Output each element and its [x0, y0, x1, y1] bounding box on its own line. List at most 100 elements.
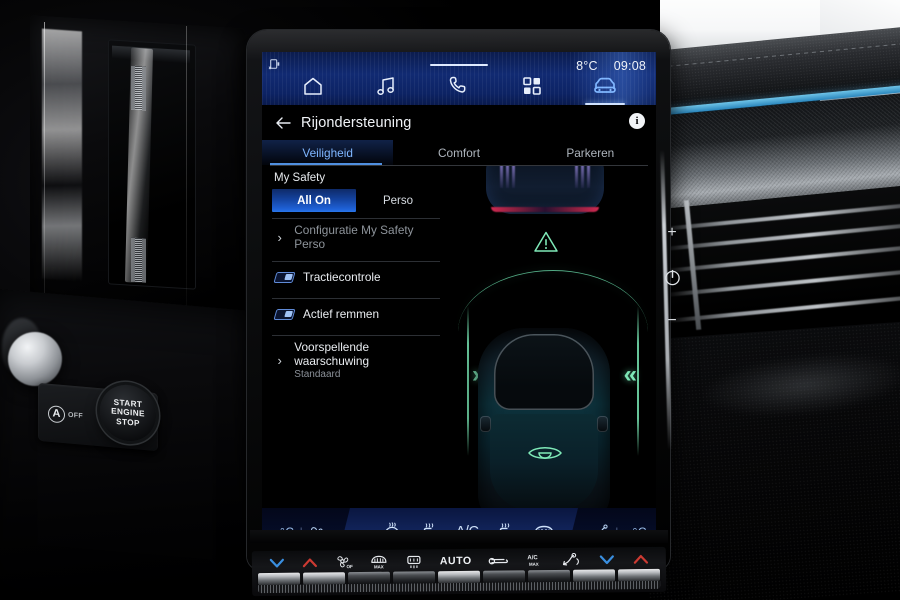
- back-arrow-icon: [276, 116, 291, 129]
- nav-drag-handle[interactable]: [430, 64, 488, 67]
- lead-vehicle: [486, 166, 604, 214]
- driving-assistance-visualization: » «: [450, 166, 656, 508]
- page-title: Rijondersteuning: [301, 114, 412, 131]
- left-trim-gloss: [42, 28, 82, 282]
- tab-veiligheid[interactable]: Veiligheid: [262, 140, 394, 165]
- safety-settings-list: My Safety All On Perso › Configuratie My…: [262, 166, 450, 384]
- physical-key[interactable]: [617, 568, 661, 582]
- rear-defrost-icon[interactable]: [404, 553, 424, 569]
- tab-parkeren[interactable]: Parkeren: [525, 140, 656, 165]
- fan-off-label: OFF: [330, 528, 346, 531]
- phone-icon: [449, 76, 466, 93]
- left-air-vent-knurl-bottom[interactable]: [131, 237, 146, 283]
- chevron-right-icon: ›: [277, 352, 282, 368]
- physical-key[interactable]: [437, 570, 481, 584]
- svg-text:MAX: MAX: [529, 562, 539, 567]
- list-item-label: Actief remmen: [303, 307, 380, 321]
- passenger-temperature-value[interactable]: --°C: [624, 525, 647, 530]
- apps-icon: [523, 77, 541, 95]
- climate-right-group: | --°C: [592, 523, 647, 530]
- list-item-actief-remmen[interactable]: Actief remmen: [272, 299, 440, 329]
- tab-comfort[interactable]: Comfort: [393, 140, 524, 165]
- lane-line-right: [637, 306, 639, 456]
- list-item-tractiecontrole[interactable]: Tractiecontrole: [272, 262, 440, 292]
- temp-down-right-icon[interactable]: [598, 553, 616, 565]
- airflow-icon[interactable]: [592, 523, 610, 530]
- segment-perso[interactable]: Perso: [356, 189, 440, 212]
- ego-vehicle-roof: [494, 334, 594, 410]
- temp-up-right-icon[interactable]: [632, 553, 650, 565]
- climate-left-group: --°C | OFF: [271, 525, 346, 531]
- physical-key[interactable]: [348, 571, 391, 585]
- vehicle-icon: [594, 77, 617, 93]
- media-icon: [377, 77, 394, 95]
- climate-bar: --°C | OFF: [262, 508, 656, 530]
- climate-icon-group: A/C: [382, 521, 557, 530]
- physical-key[interactable]: [482, 570, 526, 583]
- driver-temperature-value[interactable]: --°C: [271, 525, 294, 530]
- fan-off-icon[interactable]: OFF: [335, 554, 353, 570]
- recirculation-icon[interactable]: [487, 553, 509, 567]
- auto-start-stop-button[interactable]: A OFF: [48, 403, 94, 427]
- nav-item-apps[interactable]: [509, 70, 555, 102]
- physical-key[interactable]: [392, 571, 436, 584]
- page-header: Rijondersteuning i: [262, 105, 656, 140]
- screen-bottom-ledge: [250, 530, 668, 543]
- power-icon[interactable]: [663, 268, 682, 287]
- physical-key[interactable]: [303, 572, 346, 585]
- svg-text:A/C: A/C: [527, 555, 538, 561]
- list-item-voorspellende-waarschuwing[interactable]: › Voorspellende waarschuwing Standaard: [272, 336, 440, 384]
- list-item-label: Configuratie My Safety Perso: [294, 223, 414, 251]
- toggle-switch-icon[interactable]: [273, 308, 296, 320]
- ego-mirror-right: [597, 416, 608, 432]
- screenshot-root: A OFF START ENGINE STOP 8°C 09:08 Rijond…: [0, 0, 900, 600]
- segment-all-on[interactable]: All On: [272, 189, 356, 212]
- lane-chevrons-right: «: [623, 361, 637, 388]
- auto-button-label[interactable]: AUTO: [440, 555, 472, 567]
- airflow-button-icon[interactable]: [561, 552, 583, 568]
- toggle-switch-icon[interactable]: [273, 271, 296, 283]
- dash-edge-highlight-1: [44, 22, 45, 312]
- auto-start-stop-letter: A: [48, 404, 65, 423]
- lead-vehicle-brake-lights: [491, 207, 599, 212]
- heated-seat-passenger-icon[interactable]: [494, 521, 516, 530]
- climate-separator-left: |: [299, 525, 302, 531]
- heated-seat-driver-icon[interactable]: [418, 521, 440, 530]
- left-air-vent-knurl-top[interactable]: [131, 65, 146, 111]
- tab-active-underline: [270, 163, 382, 165]
- nav-item-phone[interactable]: [436, 70, 482, 102]
- physical-key[interactable]: [258, 572, 301, 586]
- physical-key[interactable]: [572, 569, 616, 582]
- rear-defrost-icon[interactable]: [532, 523, 556, 530]
- physical-key[interactable]: [527, 569, 571, 583]
- gear-selector-knob[interactable]: [8, 332, 62, 386]
- infotainment-display[interactable]: 8°C 09:08 Rijondersteuning i Veiligheid …: [262, 52, 656, 530]
- temp-up-left-icon[interactable]: [301, 556, 319, 568]
- physical-climate-control-strip: OFF MAX AUTO A/C MAX: [251, 546, 667, 597]
- dash-edge-highlight-2: [186, 26, 187, 311]
- tab-bar: Veiligheid Comfort Parkeren: [262, 140, 656, 165]
- ac-max-icon[interactable]: A/C MAX: [525, 552, 545, 568]
- fan-icon[interactable]: [308, 525, 325, 531]
- volume-down-button[interactable]: −: [667, 313, 676, 329]
- start-label-line3: STOP: [116, 416, 140, 428]
- front-defrost-max-icon[interactable]: MAX: [368, 554, 388, 570]
- nav-item-vehicle[interactable]: [582, 70, 628, 105]
- list-item-label: Voorspellende waarschuwing: [294, 340, 370, 368]
- volume-up-button[interactable]: +: [667, 225, 676, 241]
- temp-down-left-icon[interactable]: [268, 557, 286, 569]
- info-button[interactable]: i: [629, 113, 645, 129]
- lane-boundary-curve: [458, 270, 648, 332]
- nav-item-home[interactable]: [290, 70, 336, 102]
- list-item-label: Tractiecontrole: [303, 270, 381, 284]
- list-item-configuratie-my-safety-perso[interactable]: › Configuratie My Safety Perso: [272, 219, 440, 255]
- ego-vehicle: [478, 328, 610, 508]
- heated-steering-wheel-icon[interactable]: [382, 521, 402, 530]
- chevron-right-icon: ›: [277, 229, 282, 245]
- top-navigation-bar: 8°C 09:08: [262, 52, 656, 105]
- auto-start-stop-off-label: OFF: [68, 411, 83, 420]
- nav-item-media[interactable]: [363, 70, 409, 102]
- warning-triangle-icon: [534, 231, 558, 252]
- back-button[interactable]: [272, 112, 294, 134]
- ac-button[interactable]: A/C: [456, 524, 479, 530]
